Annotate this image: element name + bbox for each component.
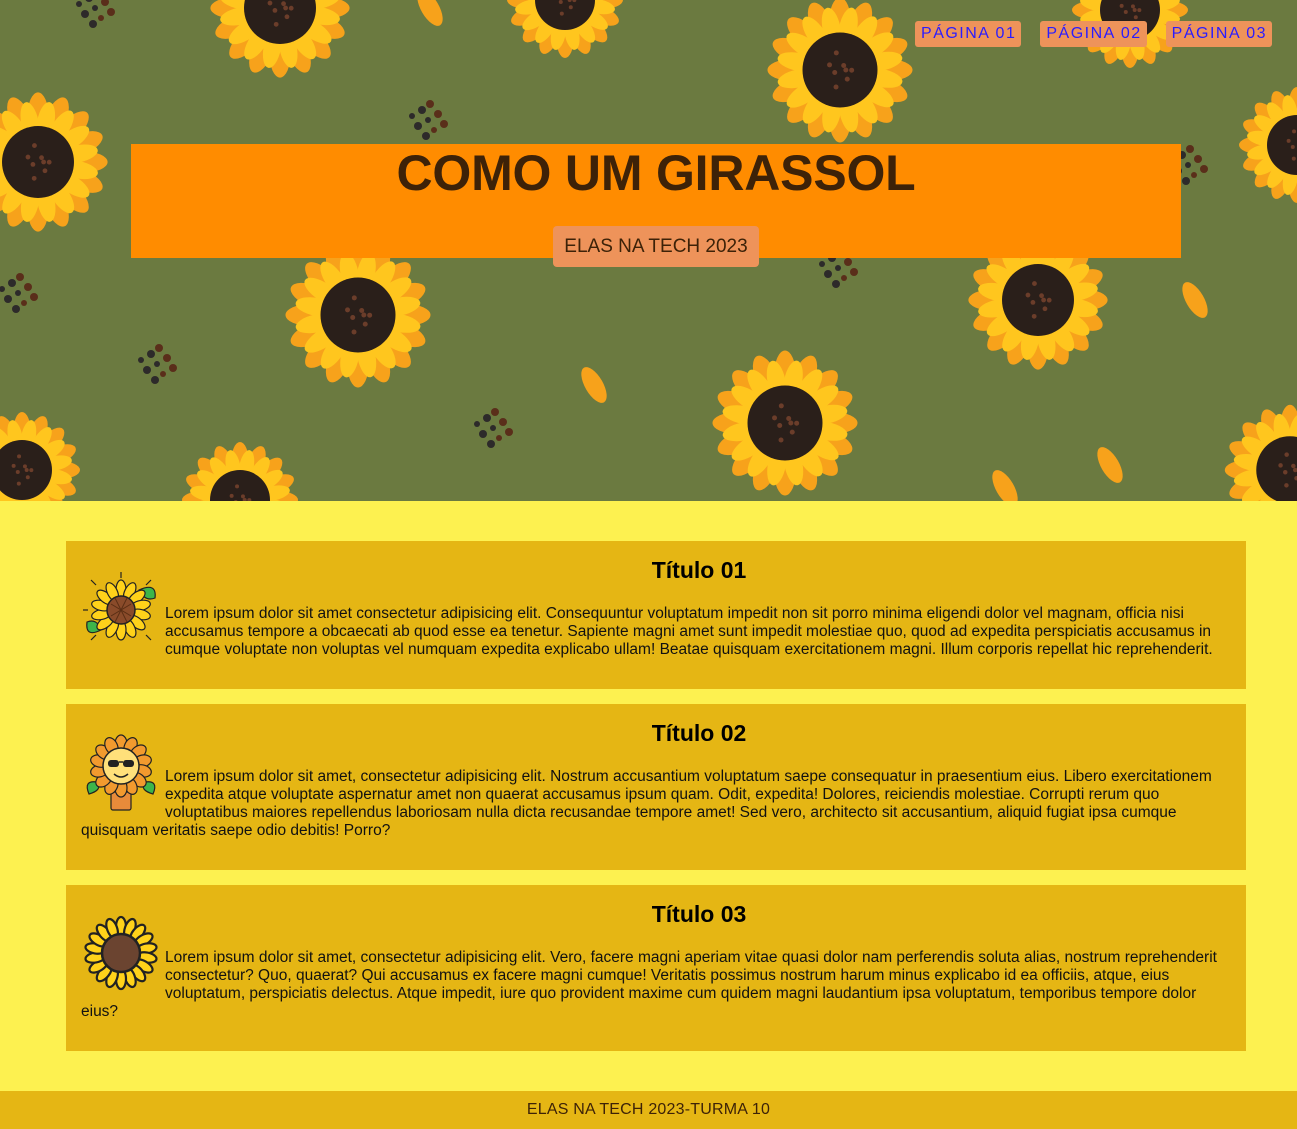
hero-section: PÁGINA 01 PÁGINA 02 PÁGINA 03 COMO UM GI… [0,0,1297,501]
sunflower-decoration [1224,404,1297,501]
content-card-3: Título 03 Lorem ipsum dolor sit amet, co… [66,885,1246,1051]
sunflower-decoration [1239,87,1297,203]
sunflower-decoration [0,412,80,501]
sunflower-decoration [0,92,108,232]
card-text: Lorem ipsum dolor sit amet, consectetur … [81,949,1217,1020]
page-title: COMO UM GIRASSOL [396,145,916,201]
sunflower-decoration [182,442,298,501]
top-nav: PÁGINA 01 PÁGINA 02 PÁGINA 03 [915,21,1272,47]
sunflower-decoration [767,0,913,143]
sunflower-decoration [507,0,623,58]
nav-link-pagina-03[interactable]: PÁGINA 03 [1165,21,1272,47]
petal-decoration [1182,282,1208,318]
content-card-1: Título 01 Lorem ipsum dolor sit amet con… [66,541,1246,689]
seeds-decoration [0,273,38,313]
seeds-decoration [474,408,513,448]
card-title: Título 01 [651,557,747,583]
sunflower-decoration [210,0,350,78]
sunflower-outline-icon [84,915,158,991]
seeds-decoration [409,100,448,140]
content-card-2: Título 02 Lorem ipsum dolor sit amet, co… [66,704,1246,870]
petal-decoration [992,470,1018,501]
sunflower-sunglasses-pot-icon [86,734,156,811]
card-text: Lorem ipsum dolor sit amet, consectetur … [81,768,1212,839]
card-title: Título 03 [651,901,747,927]
sunflower-sparkle-icon [83,572,156,641]
card-text: Lorem ipsum dolor sit amet consectetur a… [165,605,1213,658]
nav-link-pagina-01[interactable]: PÁGINA 01 [915,21,1022,47]
card-title: Título 02 [651,720,747,746]
petal-decoration [417,0,443,26]
petal-decoration [1097,447,1123,483]
nav-link-pagina-02[interactable]: PÁGINA 02 [1040,21,1147,47]
seeds-decoration [76,0,115,28]
seeds-decoration [138,344,177,384]
sunflower-decoration [285,242,431,388]
subtitle-badge: ELAS NA TECH 2023 [553,226,759,267]
sunflower-decoration [712,350,858,496]
footer: ELAS NA TECH 2023-TURMA 10 [0,1091,1297,1129]
petal-decoration [581,367,607,403]
